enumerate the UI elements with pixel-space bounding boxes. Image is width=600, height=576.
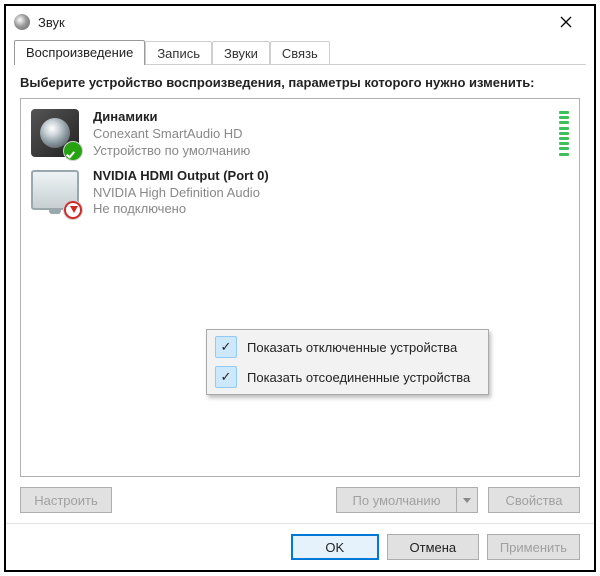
device-icon-wrap	[31, 168, 79, 216]
device-item[interactable]: Динамики Conexant SmartAudio HD Устройст…	[29, 105, 571, 164]
level-meter	[559, 111, 569, 158]
tab-recording[interactable]: Запись	[145, 41, 212, 65]
window-title: Звук	[38, 15, 544, 30]
dialog-footer: OK Отмена Применить	[6, 523, 594, 570]
set-default-dropdown[interactable]	[456, 487, 478, 513]
apply-button[interactable]: Применить	[487, 534, 580, 560]
instruction-text: Выберите устройство воспроизведения, пар…	[20, 75, 580, 90]
checkmark-icon: ✓	[215, 366, 237, 388]
device-item[interactable]: NVIDIA HDMI Output (Port 0) NVIDIA High …	[29, 164, 571, 223]
playback-panel: Выберите устройство воспроизведения, пар…	[6, 65, 594, 523]
panel-button-row: Настроить По умолчанию Свойства	[20, 487, 580, 513]
check-icon	[64, 142, 82, 160]
tab-communications[interactable]: Связь	[270, 41, 330, 65]
context-menu: ✓ Показать отключенные устройства ✓ Пока…	[206, 329, 489, 395]
sound-app-icon	[14, 14, 30, 30]
tab-sounds[interactable]: Звуки	[212, 41, 270, 65]
close-icon	[560, 16, 572, 28]
set-default-split-button[interactable]: По умолчанию	[336, 487, 478, 513]
device-icon-wrap	[31, 109, 79, 157]
device-text: Динамики Conexant SmartAudio HD Устройст…	[93, 109, 545, 160]
chevron-down-icon	[463, 498, 471, 503]
button-label: Настроить	[34, 493, 98, 508]
menu-label: Показать отключенные устройства	[247, 340, 457, 355]
checkmark-icon: ✓	[215, 336, 237, 358]
set-default-button[interactable]: По умолчанию	[336, 487, 456, 513]
tab-strip: Воспроизведение Запись Звуки Связь	[6, 38, 594, 65]
tab-label: Воспроизведение	[26, 45, 133, 60]
button-label: Применить	[500, 540, 567, 555]
device-driver: Conexant SmartAudio HD	[93, 126, 545, 143]
close-button[interactable]	[544, 8, 588, 36]
device-text: NVIDIA HDMI Output (Port 0) NVIDIA High …	[93, 168, 569, 219]
device-status: Не подключено	[93, 201, 569, 218]
menu-show-disconnected[interactable]: ✓ Показать отсоединенные устройства	[209, 362, 486, 392]
ok-button[interactable]: OK	[291, 534, 379, 560]
device-status: Устройство по умолчанию	[93, 143, 545, 160]
device-name: NVIDIA HDMI Output (Port 0)	[93, 168, 569, 185]
tab-label: Звуки	[224, 46, 258, 61]
configure-button[interactable]: Настроить	[20, 487, 112, 513]
tab-playback[interactable]: Воспроизведение	[14, 40, 145, 65]
unplugged-badge	[63, 200, 83, 220]
tab-label: Запись	[157, 46, 200, 61]
button-label: Отмена	[410, 540, 457, 555]
menu-label: Показать отсоединенные устройства	[247, 370, 470, 385]
cancel-button[interactable]: Отмена	[387, 534, 479, 560]
button-label: OK	[325, 540, 344, 555]
device-name: Динамики	[93, 109, 545, 126]
arrow-down-icon	[64, 201, 82, 219]
button-label: Свойства	[505, 493, 562, 508]
device-driver: NVIDIA High Definition Audio	[93, 185, 569, 202]
button-label: По умолчанию	[353, 493, 441, 508]
properties-button[interactable]: Свойства	[488, 487, 580, 513]
device-list[interactable]: Динамики Conexant SmartAudio HD Устройст…	[20, 98, 580, 477]
tab-label: Связь	[282, 46, 318, 61]
menu-show-disabled[interactable]: ✓ Показать отключенные устройства	[209, 332, 486, 362]
titlebar: Звук	[6, 6, 594, 38]
default-badge	[63, 141, 83, 161]
sound-dialog: Звук Воспроизведение Запись Звуки Связь …	[4, 4, 596, 572]
